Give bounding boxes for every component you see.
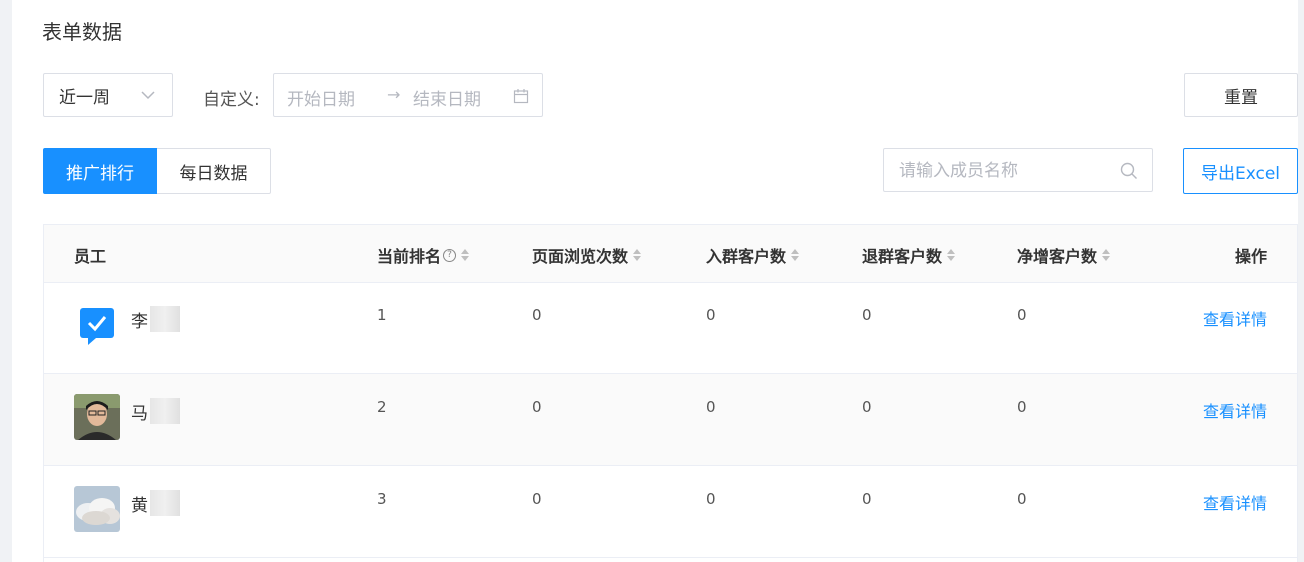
left-cell: 0: [862, 490, 872, 508]
end-date-input[interactable]: 结束日期: [413, 85, 481, 110]
view-details-link[interactable]: 查看详情: [1203, 398, 1267, 422]
range-arrow-icon: →: [387, 85, 401, 104]
help-icon[interactable]: ?: [443, 248, 457, 262]
views-cell: 0: [532, 490, 542, 508]
table-row: 黄 3 0 0 0 0 查看详情: [44, 466, 1297, 558]
sort-icon[interactable]: [461, 249, 470, 261]
joined-cell: 0: [706, 398, 716, 416]
blue-check-icon: [80, 308, 114, 345]
net-cell: 0: [1017, 490, 1027, 508]
view-tabs: 推广排行 每日数据: [43, 148, 271, 194]
joined-cell: 0: [706, 306, 716, 324]
view-details-link[interactable]: 查看详情: [1203, 306, 1267, 330]
col-left-label: 退群客户数: [862, 247, 943, 266]
avatar: [74, 486, 120, 532]
employee-name-text: 李: [131, 311, 148, 332]
custom-range-label: 自定义:: [203, 90, 260, 110]
redacted-mask: [150, 306, 180, 332]
col-page-views[interactable]: 页面浏览次数: [532, 243, 642, 267]
search-icon[interactable]: [1120, 162, 1138, 180]
period-select-value: 近一周: [59, 87, 110, 108]
view-details-link[interactable]: 查看详情: [1203, 490, 1267, 514]
employee-name-text: 马: [131, 403, 148, 424]
chevron-down-icon: [141, 91, 155, 100]
redacted-mask: [150, 490, 180, 516]
left-cell: 0: [862, 398, 872, 416]
col-actions-label: 操作: [1234, 247, 1267, 266]
left-rail: [0, 0, 12, 562]
sky-photo-avatar: [74, 486, 120, 532]
left-cell: 0: [862, 306, 872, 324]
col-left[interactable]: 退群客户数: [862, 243, 956, 267]
table-row: 李 1 0 0 0 0 查看详情: [44, 282, 1297, 374]
joined-cell: 0: [706, 490, 716, 508]
col-joined[interactable]: 入群客户数: [706, 243, 800, 267]
col-employee: 员工: [74, 243, 106, 267]
avatar: [74, 302, 120, 348]
employee-name: 李: [131, 306, 180, 332]
page-title: 表单数据: [42, 20, 122, 44]
avatar: [74, 394, 120, 440]
period-select[interactable]: 近一周: [43, 73, 173, 117]
person-photo-avatar: [74, 394, 120, 440]
rank-cell: 2: [377, 398, 387, 416]
employee-name-text: 黄: [131, 495, 148, 516]
search-input[interactable]: [884, 149, 1121, 193]
col-actions: 操作: [1235, 243, 1267, 267]
net-cell: 0: [1017, 306, 1027, 324]
sort-icon[interactable]: [1102, 249, 1111, 261]
sort-icon[interactable]: [791, 249, 800, 261]
rank-cell: 3: [377, 490, 387, 508]
start-date-input[interactable]: 开始日期: [287, 85, 355, 110]
date-range-picker[interactable]: 开始日期 → 结束日期: [273, 73, 543, 117]
col-net-label: 净增客户数: [1017, 247, 1098, 266]
employee-name: 马: [131, 398, 180, 424]
employee-name: 黄: [131, 490, 180, 516]
sort-icon[interactable]: [633, 249, 642, 261]
member-search: [883, 148, 1153, 193]
sort-icon[interactable]: [947, 249, 956, 261]
tab-promotion-ranking[interactable]: 推广排行: [43, 148, 157, 194]
export-excel-button[interactable]: 导出Excel: [1183, 148, 1298, 194]
col-rank[interactable]: 当前排名 ?: [377, 243, 470, 267]
rank-cell: 1: [377, 306, 387, 324]
col-net[interactable]: 净增客户数: [1017, 243, 1111, 267]
views-cell: 0: [532, 306, 542, 324]
calendar-icon: [513, 89, 529, 104]
table-header: 员工 当前排名 ? 页面浏览次数 入群客户数 退群客户数 净增客户数 操作: [44, 225, 1297, 283]
ranking-table: 员工 当前排名 ? 页面浏览次数 入群客户数 退群客户数 净增客户数 操作 李 …: [43, 224, 1298, 562]
views-cell: 0: [532, 398, 542, 416]
net-cell: 0: [1017, 398, 1027, 416]
table-row: 马 2 0 0 0 0 查看详情: [44, 374, 1297, 466]
col-rank-label: 当前排名: [377, 247, 442, 266]
tab-daily-data[interactable]: 每日数据: [157, 148, 271, 194]
col-joined-label: 入群客户数: [706, 247, 787, 266]
col-page-views-label: 页面浏览次数: [532, 247, 629, 266]
col-employee-label: 员工: [74, 247, 107, 266]
reset-button[interactable]: 重置: [1184, 73, 1298, 117]
redacted-mask: [150, 398, 180, 424]
right-rail: [1298, 0, 1304, 562]
